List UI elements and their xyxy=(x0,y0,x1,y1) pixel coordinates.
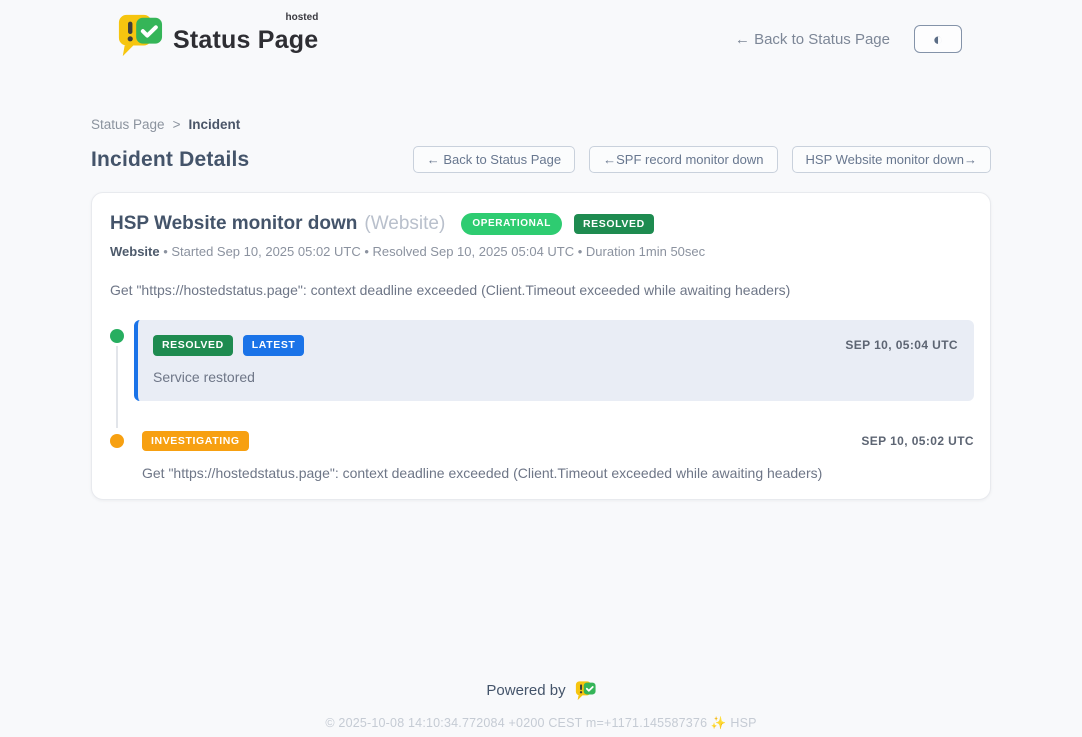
prev-incident-button[interactable]: ←SPF record monitor down xyxy=(589,146,777,173)
logo-wordmark: hosted Status Page xyxy=(173,16,318,55)
theme-toggle-button[interactable]: ◐ xyxy=(914,25,962,53)
incident-component-label: (Website) xyxy=(364,213,445,235)
incident-description: Get "https://hostedstatus.page": context… xyxy=(110,282,974,298)
back-to-status-page-link[interactable]: ← Back to Status Page xyxy=(735,31,890,48)
breadcrumb-status-page-link[interactable]: Status Page xyxy=(91,117,165,132)
timeline-dot-green xyxy=(110,329,124,343)
timeline-entry-card: RESOLVED LATEST SEP 10, 05:04 UTC Servic… xyxy=(134,320,974,401)
investigating-badge: INVESTIGATING xyxy=(142,431,249,452)
logo-superscript: hosted xyxy=(286,12,319,23)
logo[interactable]: hosted Status Page xyxy=(117,12,318,58)
timeline-message: Service restored xyxy=(153,369,958,385)
copyright-text: © 2025-10-08 14:10:34.772084 +0200 CEST … xyxy=(0,716,1082,731)
back-to-status-page-button[interactable]: ← Back to Status Page xyxy=(413,146,575,173)
powered-by-link[interactable]: Powered by xyxy=(486,680,595,701)
incident-title: HSP Website monitor down xyxy=(110,213,357,235)
timeline-entry-resolved: RESOLVED LATEST SEP 10, 05:04 UTC Servic… xyxy=(110,320,974,401)
incident-nav-buttons: ← Back to Status Page ←SPF record monito… xyxy=(413,146,991,173)
powered-by-text: Powered by xyxy=(486,682,565,699)
logo-brand-text: Status Page xyxy=(173,26,318,54)
footer: Powered by © 2025-10-08 14:10:34.772084 … xyxy=(0,680,1082,731)
operational-badge: OPERATIONAL xyxy=(461,213,562,235)
timeline-timestamp: SEP 10, 05:02 UTC xyxy=(861,434,974,448)
breadcrumb-incident: Incident xyxy=(188,117,240,132)
incident-meta-component: Website xyxy=(110,244,160,259)
incident-title-row: HSP Website monitor down (Website) OPERA… xyxy=(110,213,974,235)
latest-badge: LATEST xyxy=(243,335,305,356)
status-page-app: hosted Status Page ← Back to Status Page… xyxy=(0,0,1082,737)
timeline-message: Get "https://hostedstatus.page": context… xyxy=(142,465,974,481)
incident-card: HSP Website monitor down (Website) OPERA… xyxy=(91,192,991,500)
timeline-entry-investigating: INVESTIGATING SEP 10, 05:02 UTC Get "htt… xyxy=(110,431,974,482)
half-circle-icon: ◐ xyxy=(933,31,943,48)
breadcrumb-separator: > xyxy=(173,117,181,132)
incident-timeline: RESOLVED LATEST SEP 10, 05:04 UTC Servic… xyxy=(110,320,974,481)
main-content: Status Page > Incident Incident Details … xyxy=(91,117,991,500)
timeline-entry-header: INVESTIGATING SEP 10, 05:02 UTC xyxy=(142,431,974,452)
timeline-entry-content: INVESTIGATING SEP 10, 05:02 UTC Get "htt… xyxy=(142,431,974,482)
incident-meta: Website • Started Sep 10, 2025 05:02 UTC… xyxy=(110,244,974,259)
header-actions: ← Back to Status Page ◐ xyxy=(735,25,962,53)
header: hosted Status Page ← Back to Status Page… xyxy=(0,0,1082,58)
timeline-timestamp: SEP 10, 05:04 UTC xyxy=(845,338,958,352)
incident-meta-details: • Started Sep 10, 2025 05:02 UTC • Resol… xyxy=(160,244,706,259)
statuspage-logo-icon xyxy=(117,12,163,58)
page-title: Incident Details xyxy=(91,148,249,172)
next-incident-button[interactable]: HSP Website monitor down→ xyxy=(792,146,991,173)
title-row: Incident Details ← Back to Status Page ←… xyxy=(91,146,991,173)
resolved-badge: RESOLVED xyxy=(153,335,233,356)
breadcrumb: Status Page > Incident xyxy=(91,117,991,132)
timeline-entry-header: RESOLVED LATEST SEP 10, 05:04 UTC xyxy=(153,335,958,356)
timeline-dot-orange xyxy=(110,434,124,448)
resolved-status-badge: RESOLVED xyxy=(574,214,654,235)
statuspage-logo-icon xyxy=(575,680,596,701)
